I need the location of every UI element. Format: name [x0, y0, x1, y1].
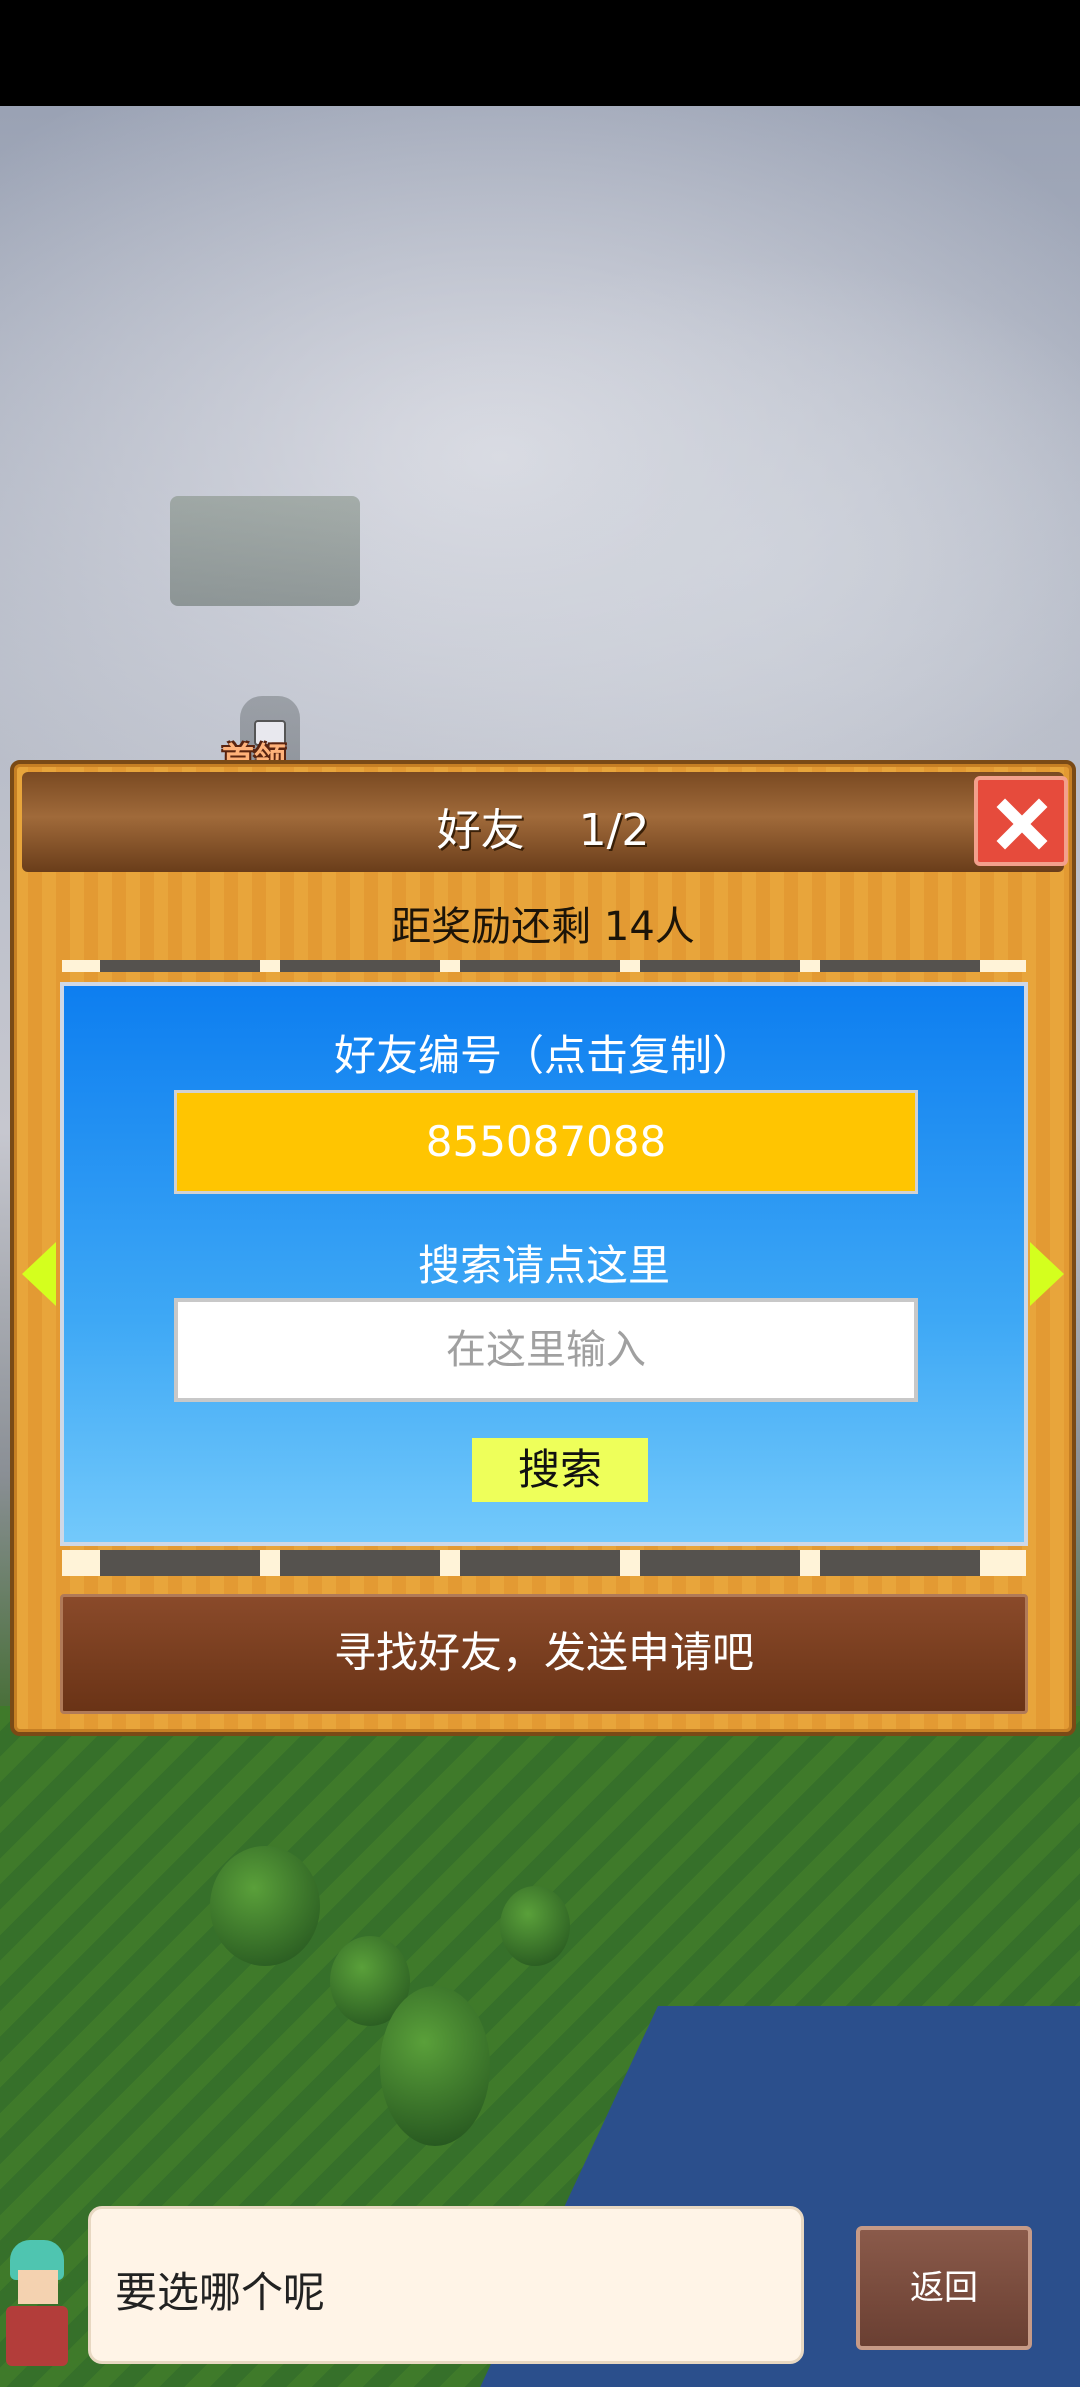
title-text: 好友	[436, 805, 525, 856]
tab-slot[interactable]	[820, 1550, 980, 1576]
tree-icon	[380, 1986, 490, 2146]
chat-text: 要选哪个呢	[115, 2268, 326, 2317]
tab-strip-bottom	[62, 1550, 1026, 1576]
search-label: 搜索请点这里	[417, 1241, 670, 1290]
tab-slot[interactable]	[100, 960, 260, 972]
friends-dialog: 好友 1/2 距奖励还剩 14人 好友编号（点击复制） 855087088 搜索…	[10, 760, 1076, 1736]
tab-slot[interactable]	[640, 1550, 800, 1576]
tree-icon	[210, 1846, 320, 1966]
search-button[interactable]: 搜索	[472, 1438, 648, 1502]
friend-id-copy-button[interactable]: 855087088	[174, 1090, 918, 1194]
tab-strip-top	[62, 960, 1026, 972]
close-button[interactable]	[974, 776, 1068, 866]
reward-progress: 距奖励还剩 14人	[391, 904, 695, 950]
tab-slot[interactable]	[640, 960, 800, 972]
prev-page-arrow-icon[interactable]	[22, 1242, 56, 1306]
friend-code-panel: 好友编号（点击复制） 855087088 搜索请点这里 在这里输入 搜索	[60, 982, 1028, 1546]
chat-bubble: 要选哪个呢	[88, 2206, 804, 2364]
tab-slot[interactable]	[280, 1550, 440, 1576]
page-indicator: 1/2	[578, 805, 650, 856]
friend-id-label: 好友编号（点击复制）	[333, 1031, 754, 1080]
castle-sprite	[170, 496, 360, 606]
next-page-arrow-icon[interactable]	[1030, 1242, 1064, 1306]
tree-icon	[500, 1886, 570, 1966]
tab-slot[interactable]	[460, 960, 620, 972]
tab-slot[interactable]	[820, 960, 980, 972]
tab-slot[interactable]	[100, 1550, 260, 1576]
avatar	[0, 2240, 80, 2370]
status-bar	[0, 0, 1080, 106]
back-button[interactable]: 返回	[856, 2226, 1032, 2350]
search-input[interactable]: 在这里输入	[174, 1298, 918, 1402]
find-friends-button[interactable]: 寻找好友，发送申请吧	[60, 1594, 1028, 1714]
tab-slot[interactable]	[280, 960, 440, 972]
tab-slot[interactable]	[460, 1550, 620, 1576]
dialog-header: 好友 1/2	[22, 772, 1068, 872]
dialog-title: 好友 1/2	[22, 794, 1064, 858]
